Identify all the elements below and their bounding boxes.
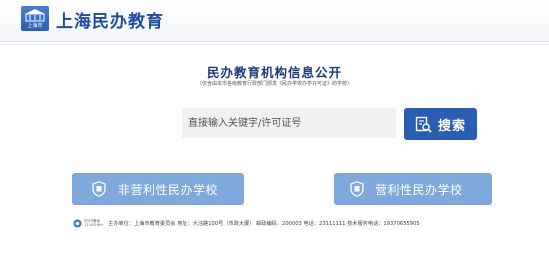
site-footer: 沪ICP备案 1234SHNH 主办单位：上海市教育委员会 地址：大沽路100号… bbox=[73, 215, 420, 231]
site-title[interactable]: 上海民办教育 bbox=[56, 7, 164, 32]
building-emblem-icon bbox=[25, 9, 45, 22]
footer-info: 主办单位：上海市教育委员会 地址：大沽路100号（市政大厦） 邮政编码：2000… bbox=[108, 220, 420, 227]
search-input[interactable] bbox=[182, 108, 396, 138]
document-search-icon bbox=[415, 116, 432, 133]
nonprofit-school-label: 非营利性民办学校 bbox=[118, 182, 219, 197]
page-title: 民办教育机构信息公开 bbox=[206, 65, 342, 80]
icp-badge[interactable]: 沪ICP备案 1234SHNH bbox=[73, 219, 103, 228]
emblem-icon bbox=[73, 219, 82, 227]
logo-caption: 上海市 bbox=[27, 23, 43, 29]
shield-document-icon bbox=[92, 181, 106, 197]
page-subtitle: （仅含由本市各级教育行政部门颁发《民办学校办学许可证》的学校） bbox=[196, 81, 352, 87]
profit-school-label: 营利性民办学校 bbox=[375, 182, 463, 197]
nonprofit-school-button[interactable]: 非营利性民办学校 bbox=[72, 173, 244, 205]
site-header: 上海市 上海民办教育 bbox=[0, 0, 549, 42]
shield-document-icon bbox=[350, 181, 364, 197]
icp-badge-line2: 1234SHNH bbox=[84, 223, 104, 227]
search-button-label: 搜索 bbox=[437, 118, 466, 134]
header-divider bbox=[0, 44, 549, 45]
profit-school-button[interactable]: 营利性民办学校 bbox=[334, 173, 492, 205]
site-logo[interactable]: 上海市 bbox=[21, 6, 49, 31]
search-button[interactable]: 搜索 bbox=[404, 108, 477, 140]
